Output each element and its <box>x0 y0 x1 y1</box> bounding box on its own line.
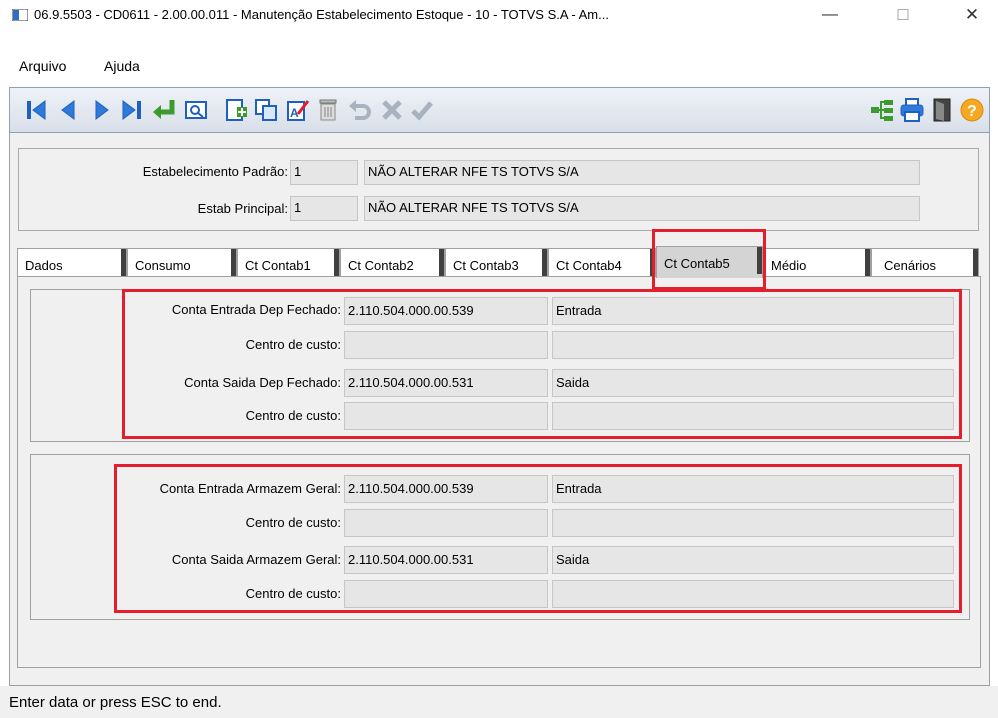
menu-ajuda[interactable]: Ajuda <box>104 58 140 74</box>
active-tab-highlight <box>652 229 766 290</box>
maximize-button[interactable]: ☐ <box>880 0 926 30</box>
tab-ct-contab2-label: Ct Contab2 <box>348 258 414 273</box>
tab-divider <box>865 249 870 276</box>
estab-principal-name-field: NÃO ALTERAR NFE TS TOTVS S/A <box>364 196 920 221</box>
tab-cenarios-label: Cenários <box>884 258 937 273</box>
tab-consumo[interactable]: Consumo <box>127 248 237 276</box>
tab-dados[interactable]: Dados <box>17 248 127 276</box>
menu-bar <box>0 30 998 54</box>
tree-icon[interactable] <box>868 96 896 124</box>
tab-medio-label: Médio <box>771 258 807 273</box>
tab-ct-contab1-label: Ct Contab1 <box>245 258 311 273</box>
tab-ct-contab2[interactable]: Ct Contab2 <box>340 248 445 276</box>
tab-ct-contab3-label: Ct Contab3 <box>453 258 519 273</box>
confirm-icon[interactable] <box>408 96 436 124</box>
edit-icon[interactable]: A <box>284 96 312 124</box>
estab-padrao-code-field[interactable]: 1 <box>290 160 358 185</box>
tab-dados-label: Dados <box>25 258 63 273</box>
app-icon <box>12 9 28 21</box>
delete-icon[interactable] <box>314 96 342 124</box>
copy-icon[interactable] <box>252 96 280 124</box>
tab-divider <box>439 249 444 276</box>
exit-icon[interactable] <box>928 96 956 124</box>
print-icon[interactable] <box>898 96 926 124</box>
tab-consumo-label: Consumo <box>135 258 191 273</box>
first-icon[interactable] <box>22 96 50 124</box>
minimize-button[interactable]: — <box>807 0 853 30</box>
dep-fechado-highlight <box>122 289 962 439</box>
status-message: Enter data or press ESC to end. <box>9 694 222 711</box>
zoom-icon[interactable] <box>182 96 210 124</box>
tab-divider <box>973 249 978 276</box>
tab-divider <box>334 249 339 276</box>
tab-cenarios[interactable]: Cenários <box>871 248 979 276</box>
close-button[interactable]: ✕ <box>949 0 995 30</box>
estab-padrao-name-field: NÃO ALTERAR NFE TS TOTVS S/A <box>364 160 920 185</box>
tab-ct-contab4-label: Ct Contab4 <box>556 258 622 273</box>
estab-principal-code-field[interactable]: 1 <box>290 196 358 221</box>
toolbar: A ? <box>9 87 990 133</box>
window-title: 06.9.5503 - CD0611 - 2.00.00.011 - Manut… <box>34 7 609 22</box>
tab-divider <box>231 249 236 276</box>
help-icon[interactable]: ? <box>958 96 986 124</box>
tab-medio[interactable]: Médio <box>763 248 871 276</box>
cancel-icon[interactable] <box>378 96 406 124</box>
menu-arquivo[interactable]: Arquivo <box>19 58 66 74</box>
tab-divider <box>121 249 126 276</box>
new-icon[interactable] <box>222 96 250 124</box>
previous-icon[interactable] <box>54 96 82 124</box>
tab-ct-contab1[interactable]: Ct Contab1 <box>237 248 340 276</box>
goto-icon[interactable] <box>150 96 178 124</box>
next-icon[interactable] <box>88 96 116 124</box>
last-icon[interactable] <box>118 96 146 124</box>
undo-icon[interactable] <box>346 96 374 124</box>
estab-principal-label: Estab Principal: <box>197 201 288 216</box>
tab-ct-contab4[interactable]: Ct Contab4 <box>548 248 656 276</box>
estab-padrao-label: Estabelecimento Padrão: <box>142 164 288 179</box>
svg-text:?: ? <box>967 103 977 120</box>
tab-divider <box>542 249 547 276</box>
armazem-geral-highlight <box>114 464 962 613</box>
tab-ct-contab3[interactable]: Ct Contab3 <box>445 248 548 276</box>
